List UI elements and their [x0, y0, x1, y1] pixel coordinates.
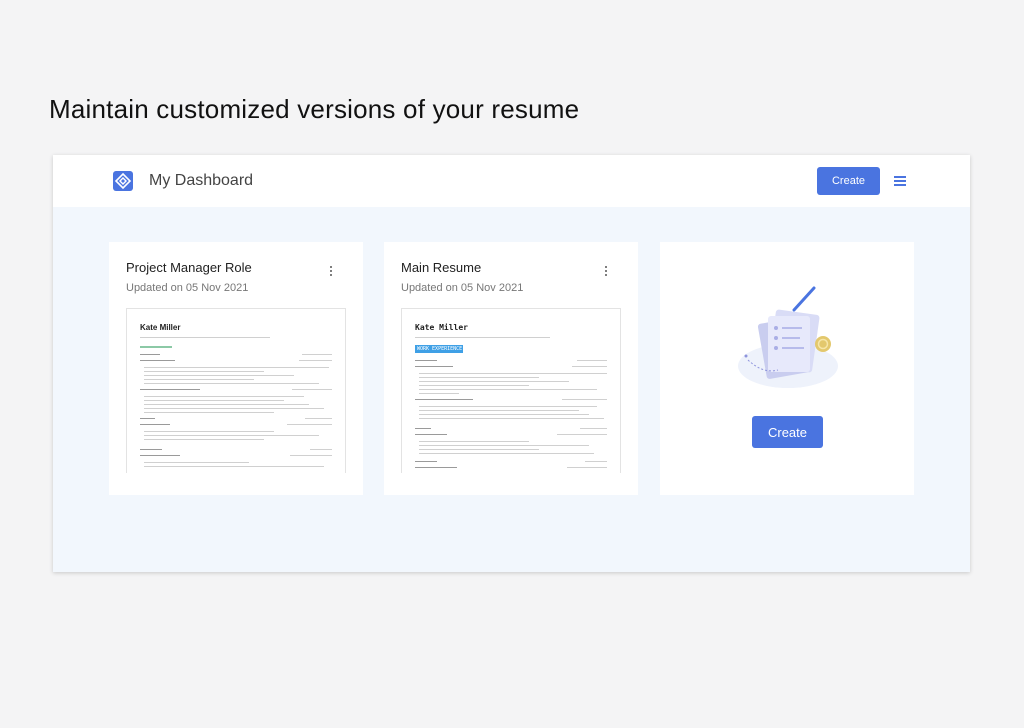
- resume-card-updated: Updated on 05 Nov 2021: [126, 282, 249, 294]
- create-button[interactable]: Create: [817, 167, 880, 195]
- documents-illustration-icon: [738, 286, 838, 388]
- create-resume-button[interactable]: Create: [752, 416, 823, 448]
- resume-card[interactable]: Main Resume Updated on 05 Nov 2021 Kate …: [384, 242, 638, 495]
- more-options-icon[interactable]: [601, 266, 611, 280]
- preview-name: Kate Miller: [140, 323, 181, 332]
- preview-section-chip: WORK EXPERIENCE: [415, 345, 463, 353]
- diamond-logo-icon[interactable]: [113, 171, 133, 191]
- resume-preview-thumbnail[interactable]: Kate Miller: [126, 308, 346, 473]
- create-resume-card[interactable]: Create: [660, 242, 914, 495]
- page-headline: Maintain customized versions of your res…: [49, 94, 580, 124]
- resume-card-title: Main Resume: [401, 260, 482, 275]
- resume-card-updated: Updated on 05 Nov 2021: [401, 282, 524, 294]
- hamburger-menu-icon[interactable]: [894, 176, 906, 186]
- top-bar: My Dashboard Create: [53, 155, 970, 207]
- dashboard-window: My Dashboard Create Project Manager Role…: [53, 155, 970, 572]
- dashboard-title: My Dashboard: [149, 172, 254, 189]
- resume-preview-thumbnail[interactable]: Kate Miller WORK EXPERIENCE: [401, 308, 621, 473]
- resume-card[interactable]: Project Manager Role Updated on 05 Nov 2…: [109, 242, 363, 495]
- more-options-icon[interactable]: [326, 266, 336, 280]
- preview-name: Kate Miller: [415, 323, 468, 332]
- resume-card-title: Project Manager Role: [126, 260, 252, 275]
